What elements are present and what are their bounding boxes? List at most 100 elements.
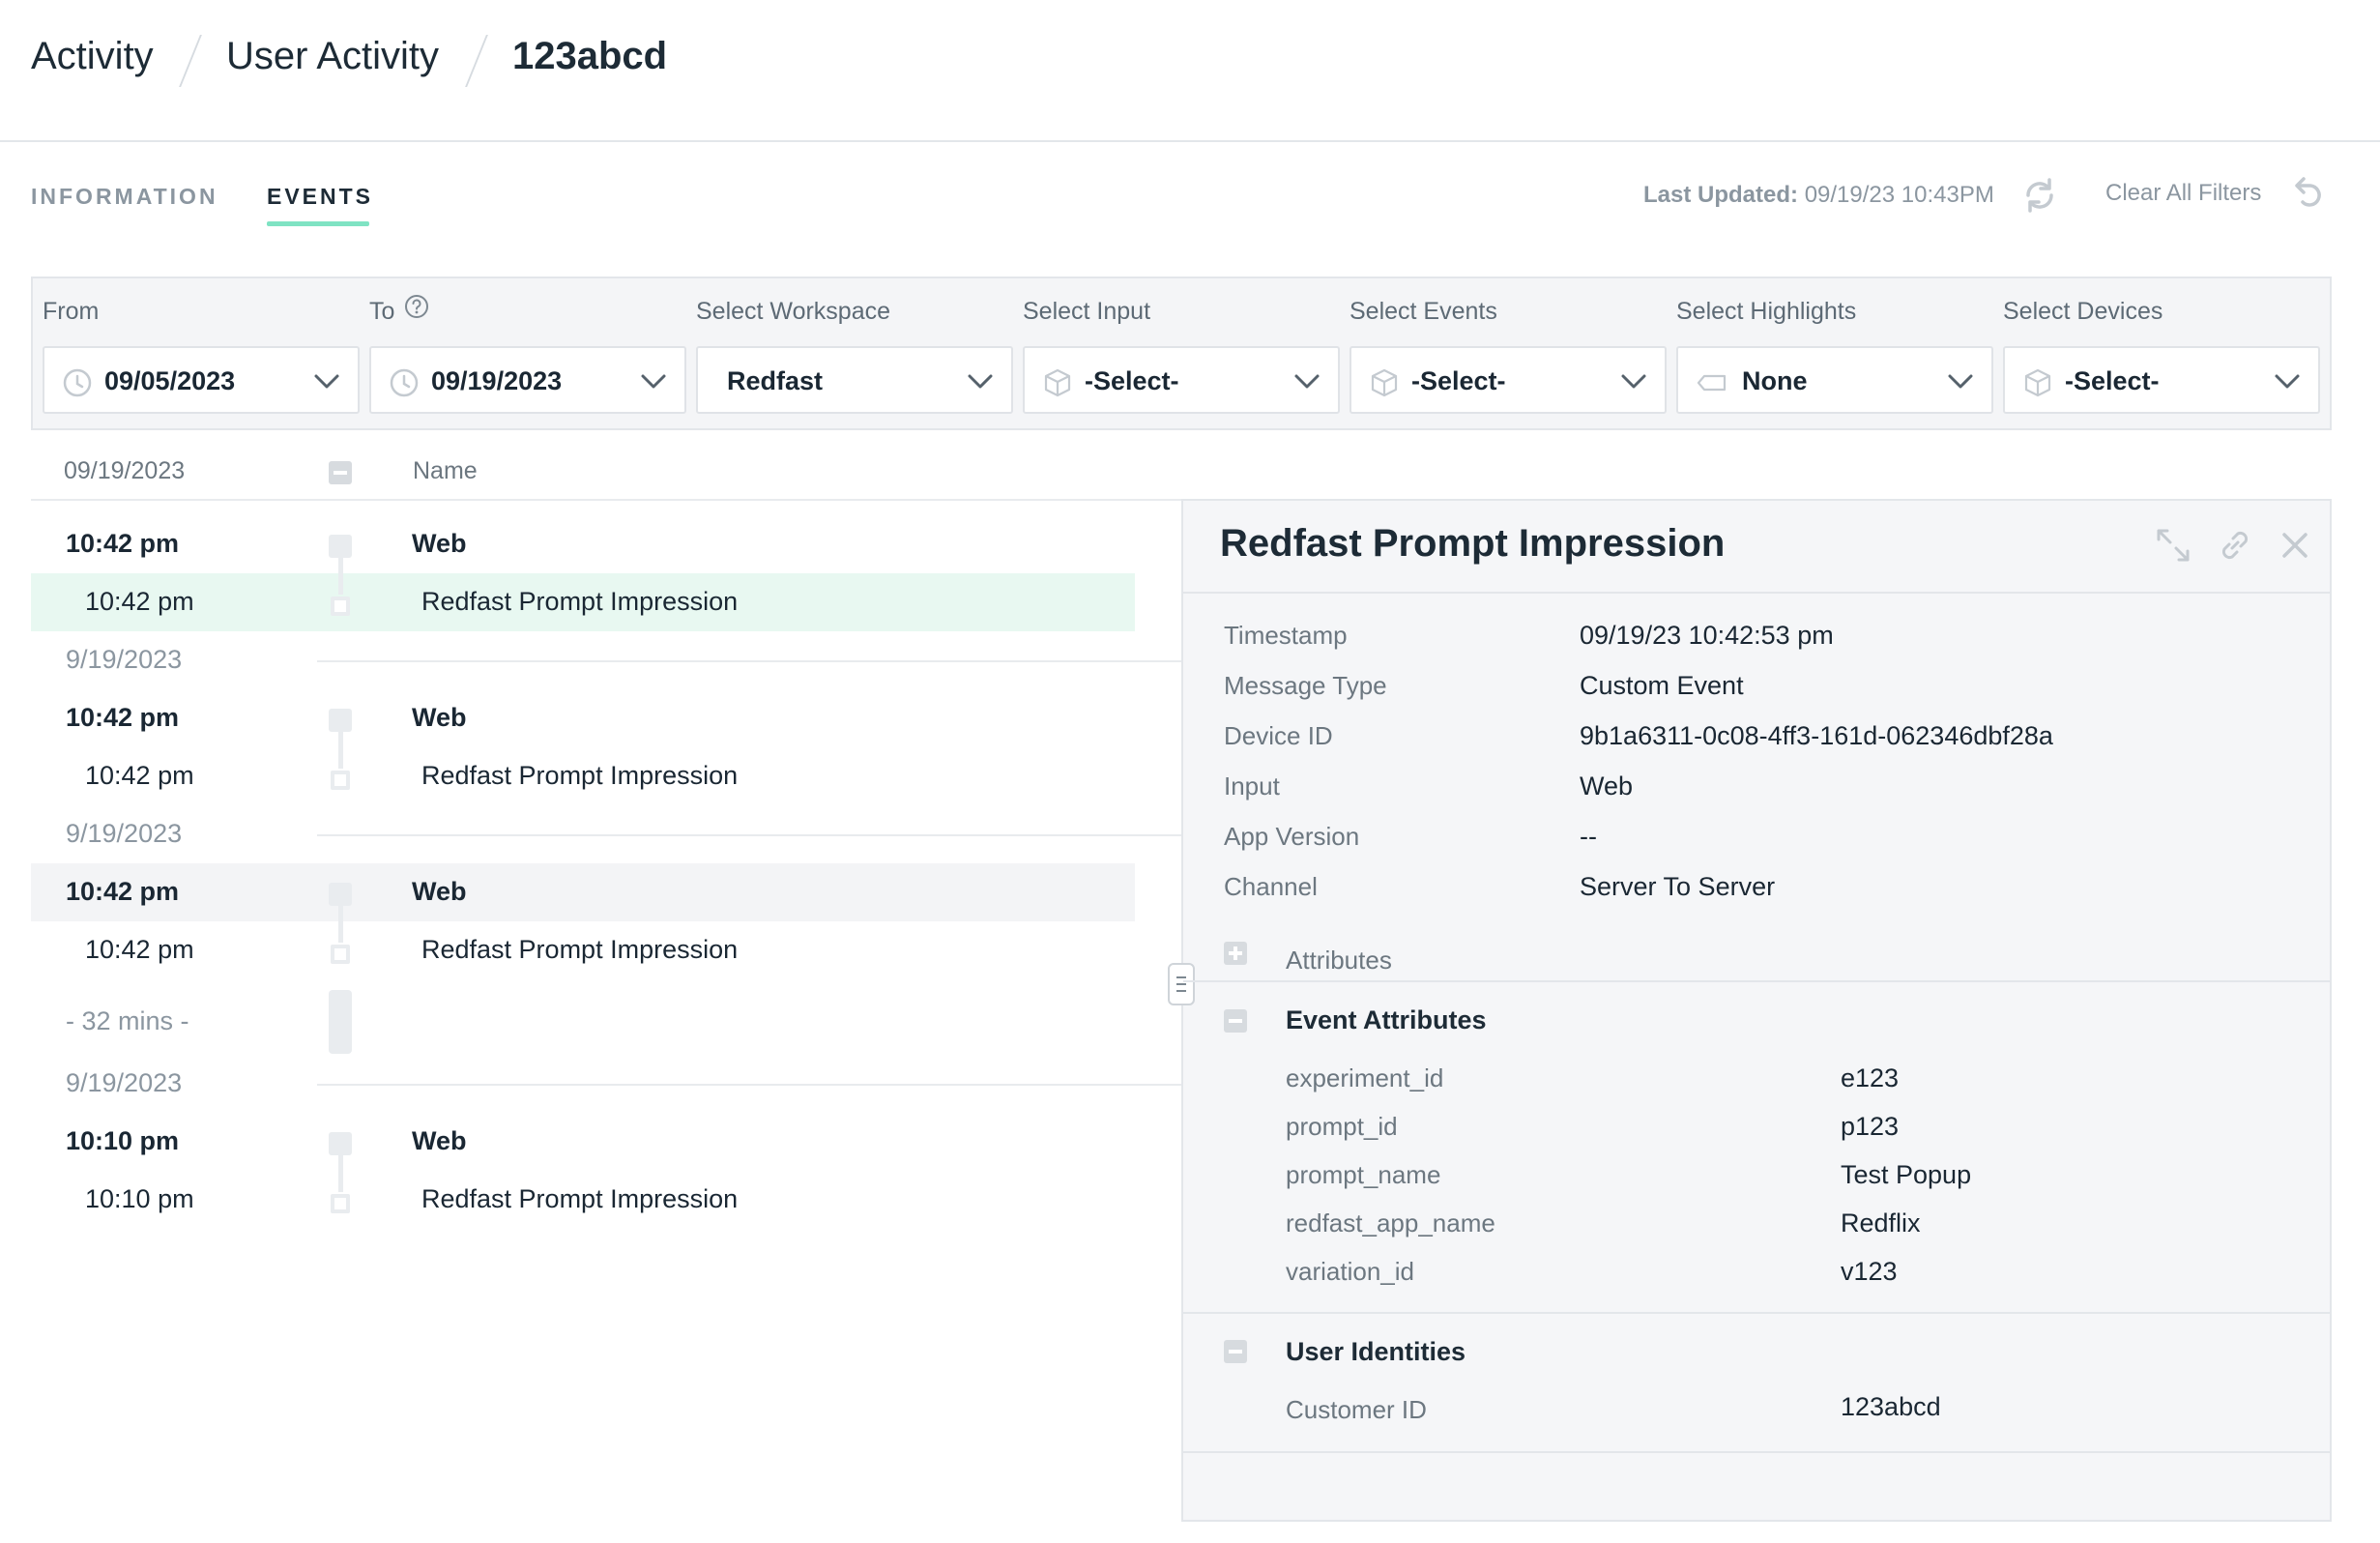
cube-icon: [1042, 367, 1073, 398]
from-date-value: 09/05/2023: [104, 366, 236, 395]
to-label: To: [369, 298, 395, 325]
group-time: 10:42 pm: [66, 529, 180, 558]
event-time: 10:10 pm: [85, 1184, 194, 1213]
section-divider: [1183, 1451, 2330, 1453]
field-value-device-id: 9b1a6311-0c08-4ff3-161d-062346dbf28a: [1580, 721, 2053, 750]
attr-value: Test Popup: [1841, 1160, 1972, 1189]
breadcrumb-separator: [179, 35, 202, 87]
group-name: Web: [412, 529, 467, 558]
group-name: Web: [412, 877, 467, 906]
expand-icon[interactable]: [2154, 526, 2192, 565]
input-select[interactable]: -Select-: [1023, 346, 1340, 414]
chevron-down-icon: [967, 369, 994, 393]
help-circle-icon[interactable]: [404, 294, 429, 319]
field-value-input: Web: [1580, 772, 1634, 801]
refresh-icon[interactable]: [2020, 176, 2059, 215]
clear-all-filters-button[interactable]: Clear All Filters: [2105, 180, 2261, 207]
field-value-channel: Server To Server: [1580, 872, 1776, 901]
event-time: 10:42 pm: [85, 587, 194, 616]
group-time: 10:42 pm: [66, 703, 180, 732]
timeline-dot: [331, 771, 350, 790]
field-label-input: Input: [1224, 772, 1280, 801]
workspace-label: Select Workspace: [696, 298, 891, 325]
collapse-all-button[interactable]: [329, 461, 352, 484]
last-updated: Last Updated: 09/19/23 10:43PM: [1643, 182, 1994, 209]
clock-icon: [389, 367, 420, 398]
attr-key: prompt_id: [1286, 1112, 1398, 1141]
undo-icon[interactable]: [2287, 174, 2328, 215]
list-date-label: 9/19/2023: [66, 645, 183, 674]
timeline-node: [329, 535, 352, 558]
hover-row-highlight: [31, 863, 1135, 921]
chevron-down-icon: [640, 369, 667, 393]
cube-icon: [1369, 367, 1400, 398]
user-identities-title: User Identities: [1286, 1337, 1466, 1366]
detail-title: Redfast Prompt Impression: [1220, 522, 1726, 565]
close-icon[interactable]: [2278, 528, 2312, 563]
attr-key: experiment_id: [1286, 1063, 1444, 1092]
devices-select[interactable]: -Select-: [2003, 346, 2320, 414]
tab-information[interactable]: INFORMATION: [31, 184, 218, 210]
event-name[interactable]: Redfast Prompt Impression: [421, 587, 738, 617]
group-time: 10:42 pm: [66, 877, 180, 906]
to-date-value: 09/19/2023: [431, 366, 563, 395]
event-time: 10:42 pm: [85, 761, 194, 790]
expand-attributes-button[interactable]: [1224, 942, 1247, 965]
timeline-connector: [338, 556, 343, 595]
last-updated-value: 09/19/23 10:43PM: [1804, 182, 1994, 208]
event-attributes-title: Event Attributes: [1286, 1005, 1487, 1034]
from-date-select[interactable]: 09/05/2023: [43, 346, 360, 414]
page-title: 123abcd: [512, 35, 668, 77]
collapse-user-identities-button[interactable]: [1224, 1340, 1247, 1363]
highlights-select[interactable]: None: [1676, 346, 1993, 414]
drag-handle-icon[interactable]: [1168, 963, 1195, 1005]
timeline-node: [329, 709, 352, 732]
workspace-select[interactable]: Redfast: [696, 346, 1013, 414]
timeline-dot: [331, 597, 350, 616]
field-label-channel: Channel: [1224, 872, 1318, 901]
devices-label: Select Devices: [2003, 298, 2163, 325]
event-name[interactable]: Redfast Prompt Impression: [421, 1184, 738, 1214]
tab-events[interactable]: EVENTS: [267, 184, 373, 210]
list-divider: [317, 660, 1181, 662]
events-value: -Select-: [1411, 366, 1506, 395]
group-name: Web: [412, 1126, 467, 1155]
event-name[interactable]: Redfast Prompt Impression: [421, 761, 738, 791]
section-divider: [1183, 1312, 2330, 1314]
timeline-connector: [338, 904, 343, 943]
from-label: From: [43, 298, 100, 325]
breadcrumb-separator: [465, 35, 488, 87]
events-select[interactable]: -Select-: [1350, 346, 1667, 414]
identity-value: 123abcd: [1841, 1392, 1941, 1421]
identity-key: Customer ID: [1286, 1395, 1427, 1424]
section-divider: [1183, 980, 2330, 982]
input-label: Select Input: [1023, 298, 1151, 325]
collapse-event-attributes-button[interactable]: [1224, 1009, 1247, 1033]
detail-header-divider: [1183, 592, 2330, 594]
timeline-node: [329, 1132, 352, 1155]
attributes-label: Attributes: [1286, 946, 1392, 975]
attr-value: e123: [1841, 1063, 1900, 1092]
list-header-date: 09/19/2023: [64, 457, 186, 484]
last-updated-label: Last Updated:: [1643, 182, 1799, 208]
time-gap-marker: [329, 990, 352, 1054]
group-time: 10:10 pm: [66, 1126, 180, 1155]
list-header-divider: [31, 499, 1181, 501]
field-label-device-id: Device ID: [1224, 721, 1333, 750]
header-divider: [0, 140, 2380, 142]
breadcrumb-item-user-activity[interactable]: User Activity: [226, 35, 439, 78]
field-label-timestamp: Timestamp: [1224, 621, 1348, 650]
list-date-label: 9/19/2023: [66, 819, 183, 848]
chevron-down-icon: [1620, 369, 1647, 393]
attr-value: Redflix: [1841, 1208, 1921, 1237]
chevron-down-icon: [1293, 369, 1321, 393]
field-value-message-type: Custom Event: [1580, 671, 1744, 700]
to-date-select[interactable]: 09/19/2023: [369, 346, 686, 414]
link-icon[interactable]: [2216, 526, 2254, 565]
list-divider: [317, 834, 1181, 836]
timeline-connector: [338, 730, 343, 769]
attr-value: p123: [1841, 1112, 1900, 1141]
breadcrumb-item-activity[interactable]: Activity: [31, 35, 154, 78]
event-name[interactable]: Redfast Prompt Impression: [421, 935, 738, 965]
timeline-dot: [331, 1194, 350, 1213]
